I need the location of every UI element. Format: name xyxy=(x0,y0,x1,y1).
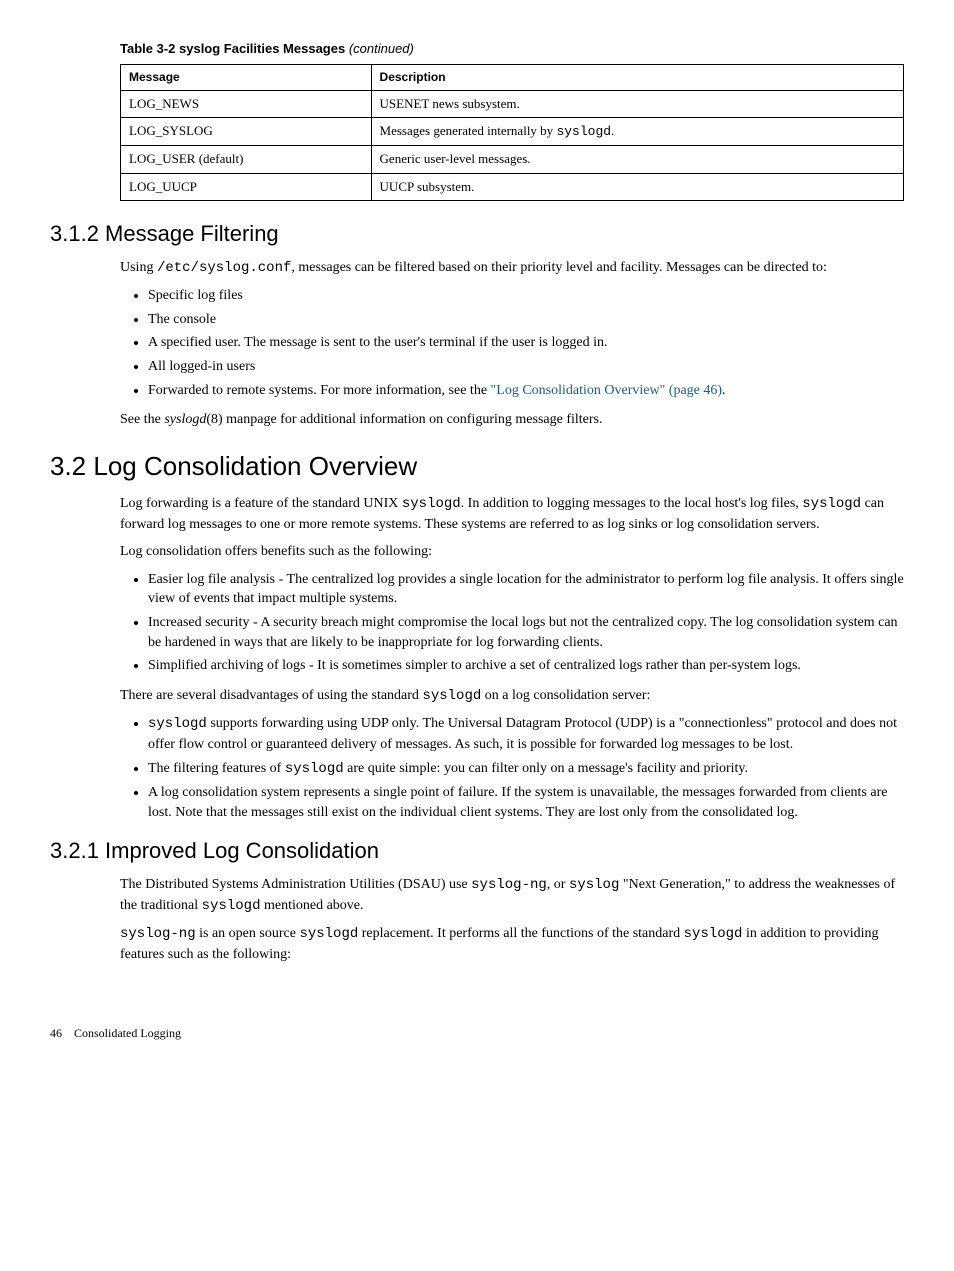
para: The Distributed Systems Administration U… xyxy=(120,875,904,916)
table-row: LOG_NEWS USENET news subsystem. xyxy=(121,90,904,117)
benefits-list: Easier log file analysis - The centraliz… xyxy=(120,570,904,676)
para: There are several disadvantages of using… xyxy=(120,686,904,707)
cell-msg: LOG_UUCP xyxy=(121,173,372,200)
para: Log forwarding is a feature of the stand… xyxy=(120,494,904,534)
table-caption: Table 3-2 syslog Facilities Messages (co… xyxy=(120,40,904,58)
cell-msg: LOG_USER (default) xyxy=(121,146,372,173)
list-item: Increased security - A security breach m… xyxy=(148,613,904,652)
list-item: Easier log file analysis - The centraliz… xyxy=(148,570,904,609)
disadvantages-list: syslogd supports forwarding using UDP on… xyxy=(120,714,904,822)
heading-message-filtering: 3.1.2 Message Filtering xyxy=(50,219,904,250)
para: Using /etc/syslog.conf, messages can be … xyxy=(120,258,904,279)
filter-targets-list: Specific log files The console A specifi… xyxy=(120,286,904,400)
page-number: 46 xyxy=(50,1026,62,1040)
table-row: LOG_UUCP UUCP subsystem. xyxy=(121,173,904,200)
list-item: Forwarded to remote systems. For more in… xyxy=(148,381,904,401)
cell-msg: LOG_SYSLOG xyxy=(121,118,372,146)
th-description: Description xyxy=(371,65,903,91)
page-footer: 46 Consolidated Logging xyxy=(50,1025,904,1042)
cell-msg: LOG_NEWS xyxy=(121,90,372,117)
list-item: The console xyxy=(148,310,904,330)
list-item: All logged-in users xyxy=(148,357,904,377)
footer-label: Consolidated Logging xyxy=(74,1026,181,1040)
cell-desc: USENET news subsystem. xyxy=(371,90,903,117)
caption-continued: (continued) xyxy=(345,41,414,56)
list-item: The filtering features of syslogd are qu… xyxy=(148,759,904,780)
cell-desc: Generic user-level messages. xyxy=(371,146,903,173)
list-item: A specified user. The message is sent to… xyxy=(148,333,904,353)
th-message: Message xyxy=(121,65,372,91)
para: Log consolidation offers benefits such a… xyxy=(120,542,904,562)
heading-log-consolidation: 3.2 Log Consolidation Overview xyxy=(50,448,904,484)
para: syslog-ng is an open source syslogd repl… xyxy=(120,924,904,964)
para: See the syslogd(8) manpage for additiona… xyxy=(120,410,904,430)
cell-desc: Messages generated internally by syslogd… xyxy=(371,118,903,146)
cell-desc: UUCP subsystem. xyxy=(371,173,903,200)
facilities-table: Message Description LOG_NEWS USENET news… xyxy=(120,64,904,201)
heading-improved-consolidation: 3.2.1 Improved Log Consolidation xyxy=(50,836,904,867)
table-row: LOG_USER (default) Generic user-level me… xyxy=(121,146,904,173)
list-item: A log consolidation system represents a … xyxy=(148,783,904,822)
caption-bold: Table 3-2 syslog Facilities Messages xyxy=(120,41,345,56)
list-item: syslogd supports forwarding using UDP on… xyxy=(148,714,904,754)
list-item: Specific log files xyxy=(148,286,904,306)
list-item: Simplified archiving of logs - It is som… xyxy=(148,656,904,676)
table-row: LOG_SYSLOG Messages generated internally… xyxy=(121,118,904,146)
xref-log-consolidation[interactable]: "Log Consolidation Overview" (page 46) xyxy=(491,383,723,398)
